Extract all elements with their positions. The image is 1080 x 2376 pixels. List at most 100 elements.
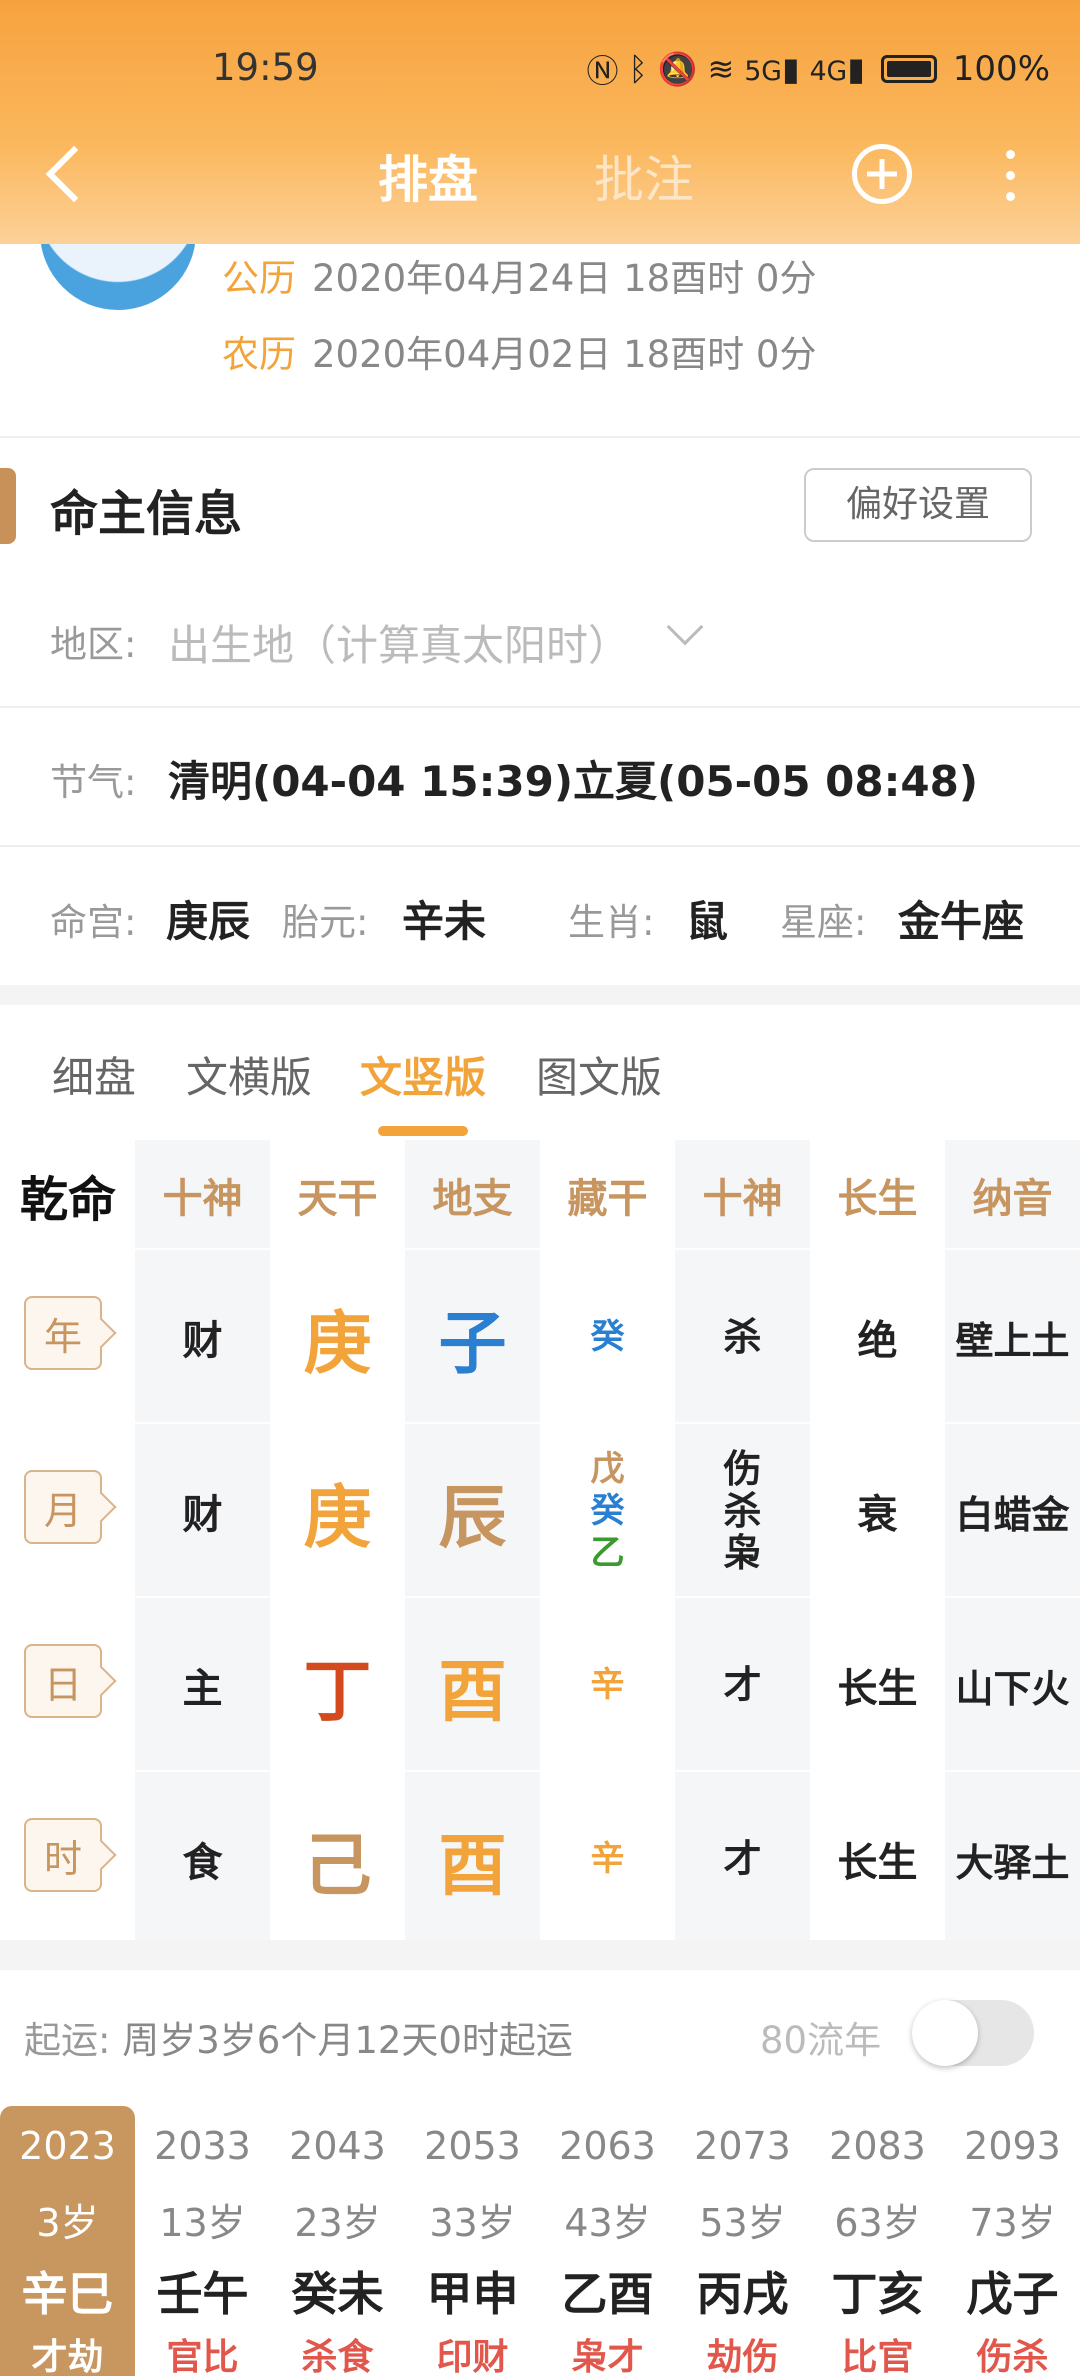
mute-bell-icon: 🔕: [657, 50, 698, 88]
dayun-column[interactable]: 2053 33岁 甲申 印财: [405, 2106, 540, 2376]
dayun-age: 3岁: [36, 2201, 99, 2245]
dayun-column-current[interactable]: 2023 3岁 辛巳 才劫: [0, 2106, 135, 2376]
nayin-day: 山下火: [955, 1666, 1070, 1711]
dayun-column[interactable]: 2063 43岁 乙酉 枭才: [540, 2106, 675, 2376]
dayun-ganzhi: 壬午: [156, 2267, 249, 2321]
tab-tuwenban[interactable]: 图文版: [536, 1044, 662, 1105]
back-arrow-icon[interactable]: [40, 136, 100, 208]
taiyuan-label: 胎元:: [282, 901, 369, 944]
dayun-shishen: 伤杀: [976, 2337, 1049, 2376]
pillar-year[interactable]: 年: [24, 1296, 102, 1370]
pillar-hour[interactable]: 时: [24, 1818, 102, 1892]
dayun-ganzhi: 乙酉: [561, 2267, 654, 2321]
dayun-age: 63岁: [834, 2201, 921, 2245]
shishen-year: 财: [182, 1318, 223, 1364]
dayun-row: 2023 3岁 辛巳 才劫 2033 13岁 壬午 官比 2043 23岁 癸未…: [0, 2106, 1080, 2376]
changsheng-month: 衰: [857, 1492, 898, 1538]
solar-date-line: 公历 2020年04月24日 18酉时 0分: [222, 248, 816, 302]
dayun-ganzhi: 癸未: [291, 2267, 384, 2321]
fushen-item: 杀: [723, 1489, 762, 1533]
dayun-year: 2073: [694, 2124, 791, 2168]
region-label: 地区:: [50, 623, 137, 666]
tab-paipan[interactable]: 排盘: [378, 140, 478, 212]
dayun-age: 43岁: [564, 2201, 651, 2245]
liunian-toggle[interactable]: [912, 2000, 1034, 2066]
dayun-ganzhi: 丁亥: [831, 2267, 924, 2321]
fushen-item: 才: [723, 1663, 762, 1707]
wifi-icon: ≋: [707, 50, 735, 88]
nayin-month: 白蜡金: [955, 1492, 1070, 1537]
dayun-shishen: 才劫: [31, 2337, 104, 2376]
dayun-ganzhi: 辛巳: [21, 2267, 114, 2321]
canggan-item: 乙: [590, 1533, 625, 1573]
dayun-shishen: 印财: [436, 2337, 509, 2376]
canggan-year: 癸: [540, 1250, 675, 1424]
changsheng-hour: 长生: [837, 1840, 918, 1886]
dayun-age: 13岁: [159, 2201, 246, 2245]
qiyun-value: 周岁3岁6个月12天0时起运: [122, 2019, 573, 2062]
pillar-day[interactable]: 日: [24, 1644, 102, 1718]
dayun-ganzhi: 丙戌: [696, 2267, 789, 2321]
toggle-knob: [912, 2000, 978, 2066]
dizhi-year: 子: [438, 1304, 507, 1384]
tab-xipan[interactable]: 细盘: [52, 1044, 136, 1105]
canggan-item: 辛: [590, 1665, 625, 1705]
dizhi-day: 酉: [438, 1652, 507, 1732]
header-tiangan: 天干: [297, 1176, 378, 1222]
dizhi-month: 辰: [438, 1478, 507, 1558]
dayun-year: 2063: [559, 2124, 656, 2168]
canggan-item: 辛: [590, 1839, 625, 1879]
dayun-ganzhi: 戊子: [966, 2267, 1059, 2321]
nayin-hour: 大驿土: [955, 1840, 1070, 1885]
dayun-age: 23岁: [294, 2201, 381, 2245]
tiangan-day: 丁: [303, 1652, 372, 1732]
section-gap: [0, 1940, 1080, 1970]
dayun-shishen: 枭才: [571, 2337, 644, 2376]
preference-settings-button[interactable]: 偏好设置: [804, 468, 1032, 542]
tiangan-year: 庚: [303, 1304, 372, 1384]
divider: [0, 845, 1080, 847]
pillar-month[interactable]: 月: [24, 1470, 102, 1544]
canggan-month: 戊 癸 乙: [540, 1424, 675, 1598]
tiangan-month: 庚: [303, 1478, 372, 1558]
nayin-year: 壁上土: [955, 1318, 1070, 1363]
add-circle-icon[interactable]: [852, 144, 912, 204]
gender-label: 乾命: [20, 1172, 117, 1228]
fushen-month: 伤 杀 枭: [675, 1424, 810, 1598]
taiyuan-value: 辛未: [402, 897, 487, 946]
header-dizhi: 地支: [432, 1176, 513, 1222]
chevron-down-icon[interactable]: [666, 608, 704, 646]
fushen-year: 杀: [675, 1250, 810, 1424]
section-gap: [0, 985, 1080, 1005]
canggan-hour: 辛: [540, 1772, 675, 1946]
qiyun-label: 起运:: [24, 2019, 111, 2062]
dayun-column[interactable]: 2073 53岁 丙戌 劫伤: [675, 2106, 810, 2376]
tab-wenhengban[interactable]: 文横版: [186, 1044, 312, 1105]
dizhi-hour: 酉: [438, 1826, 507, 1906]
header-shishen: 十神: [162, 1176, 243, 1222]
solar-value: 2020年04月24日 18酉时 0分: [312, 257, 817, 300]
dayun-column[interactable]: 2083 63岁 丁亥 比官: [810, 2106, 945, 2376]
minggong-value: 庚辰: [166, 897, 251, 946]
dayun-column[interactable]: 2093 73岁 戊子 伤杀: [945, 2106, 1080, 2376]
tab-pizhu[interactable]: 批注: [594, 140, 694, 212]
dayun-column[interactable]: 2043 23岁 癸未 杀食: [270, 2106, 405, 2376]
status-icons: Ⓝ ᛒ 🔕 ≋ 5G▮ 4G▮ 100%: [586, 46, 1050, 92]
region-select[interactable]: 出生地（计算真太阳时）: [168, 612, 630, 673]
changsheng-day: 长生: [837, 1666, 918, 1712]
dayun-column[interactable]: 2033 13岁 壬午 官比: [135, 2106, 270, 2376]
shishen-day: 主: [182, 1666, 223, 1712]
status-bar: 19:59 Ⓝ ᛒ 🔕 ≋ 5G▮ 4G▮ 100%: [0, 40, 1080, 96]
jieqi-label: 节气:: [50, 761, 137, 804]
divider: [0, 436, 1080, 438]
dayun-ganzhi: 甲申: [426, 2267, 519, 2321]
tab-wenshuban[interactable]: 文竖版: [360, 1044, 486, 1105]
fushen-item: 伤: [723, 1447, 762, 1491]
liunian-label: 80流年: [760, 2019, 882, 2062]
more-vertical-icon[interactable]: [1006, 150, 1020, 210]
signal-4g-icon: 4G▮: [809, 50, 865, 88]
fushen-item: 枭: [723, 1531, 762, 1575]
dayun-year: 2033: [154, 2124, 251, 2168]
dayun-year: 2083: [829, 2124, 926, 2168]
dayun-shishen: 杀食: [301, 2337, 374, 2376]
